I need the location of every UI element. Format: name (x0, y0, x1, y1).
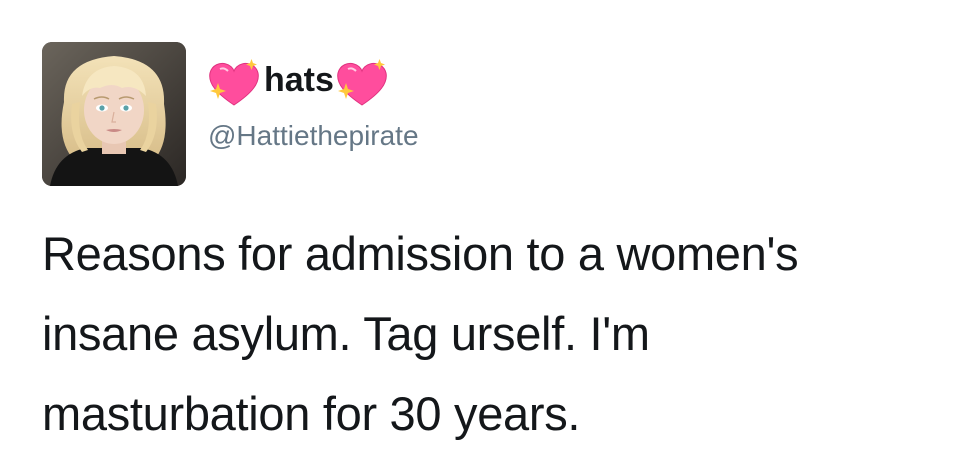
avatar-image (42, 42, 186, 186)
avatar[interactable] (42, 42, 186, 186)
display-name-row[interactable]: hats (206, 56, 419, 112)
user-handle[interactable]: @Hattiethepirate (208, 120, 419, 152)
tweet-text-line: insane asylum. Tag urself. I'm (42, 307, 650, 360)
tweet-text-line: masturbation for 30 years. (42, 387, 581, 440)
tweet-text: Reasons for admission to a women's insan… (42, 214, 962, 454)
tweet-card: hats @Hattiethepirate Reasons for admiss… (0, 0, 980, 466)
display-name: hats (264, 61, 334, 99)
tweet-header: hats @Hattiethepirate (206, 56, 419, 152)
tweet-text-line: Reasons for admission to a women's (42, 227, 799, 280)
sparkling-heart-icon (206, 59, 262, 109)
sparkling-heart-icon (334, 59, 390, 109)
